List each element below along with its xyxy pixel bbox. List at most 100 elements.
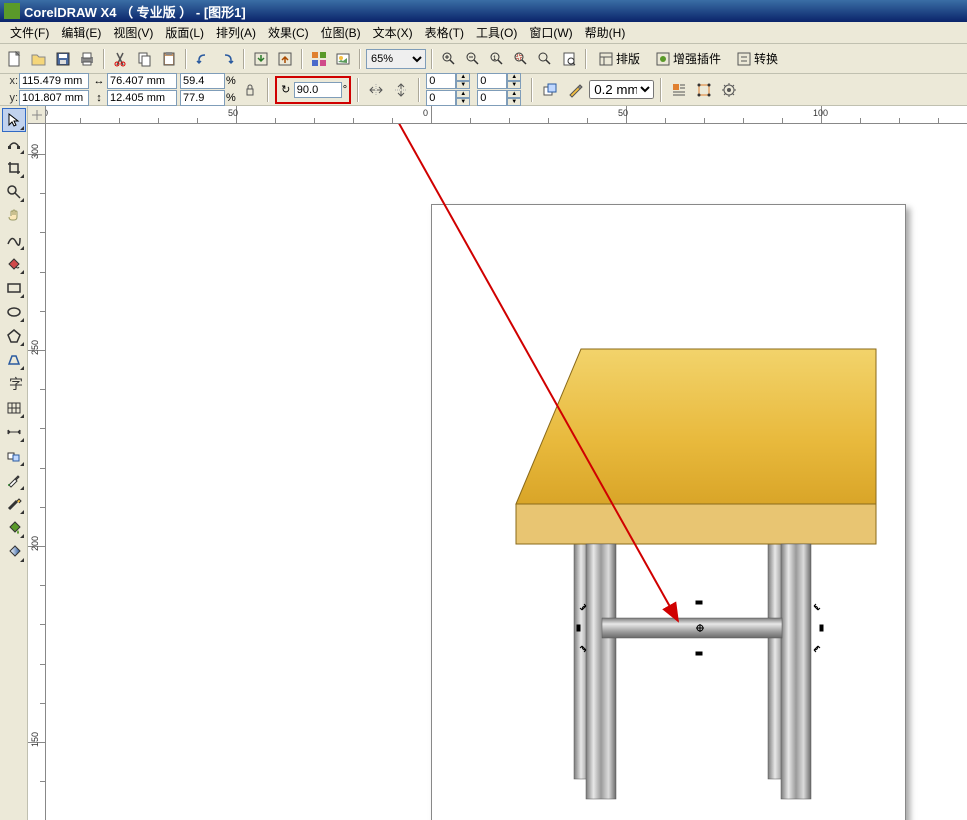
height-icon: ↕ bbox=[92, 91, 106, 105]
copy-button[interactable] bbox=[134, 48, 156, 70]
separator bbox=[357, 78, 359, 102]
menu-effects[interactable]: 效果(C) bbox=[262, 22, 315, 43]
menu-bitmap[interactable]: 位图(B) bbox=[315, 22, 367, 43]
mirror-h-button[interactable] bbox=[365, 79, 387, 101]
spin-up[interactable]: ▲ bbox=[507, 90, 521, 98]
menu-tools[interactable]: 工具(O) bbox=[470, 22, 523, 43]
spin-down[interactable]: ▼ bbox=[507, 81, 521, 89]
fill-tool[interactable] bbox=[2, 516, 26, 540]
to-front-button[interactable] bbox=[539, 79, 561, 101]
menu-edit[interactable]: 编辑(E) bbox=[55, 22, 107, 43]
x-input[interactable] bbox=[19, 73, 89, 89]
polygon-tool[interactable] bbox=[2, 324, 26, 348]
new-button[interactable] bbox=[4, 48, 26, 70]
import-button[interactable] bbox=[250, 48, 272, 70]
percent-label: % bbox=[226, 75, 236, 87]
height-input[interactable] bbox=[107, 90, 177, 106]
spin-up[interactable]: ▲ bbox=[456, 90, 470, 98]
vertical-ruler[interactable]: 300250200150100 bbox=[28, 124, 46, 820]
menu-view[interactable]: 视图(V) bbox=[107, 22, 159, 43]
text-tool[interactable]: 字 bbox=[2, 372, 26, 396]
zoom-selection-button[interactable] bbox=[510, 48, 532, 70]
welcome-button[interactable] bbox=[332, 48, 354, 70]
skew-b-input[interactable] bbox=[426, 90, 456, 106]
interactive-tool[interactable] bbox=[2, 444, 26, 468]
paste-button[interactable] bbox=[158, 48, 180, 70]
separator bbox=[267, 78, 269, 102]
menu-table[interactable]: 表格(T) bbox=[419, 22, 470, 43]
outline-tool[interactable] bbox=[2, 492, 26, 516]
save-button[interactable] bbox=[52, 48, 74, 70]
plugin-button[interactable]: 增强插件 bbox=[649, 47, 728, 70]
zoom-100-button[interactable]: 1 bbox=[486, 48, 508, 70]
ruler-origin[interactable] bbox=[28, 106, 46, 124]
pick-tool[interactable] bbox=[2, 108, 26, 132]
separator bbox=[359, 49, 361, 69]
app-launcher-button[interactable] bbox=[308, 48, 330, 70]
width-input[interactable] bbox=[107, 73, 177, 89]
menu-file[interactable]: 文件(F) bbox=[4, 22, 55, 43]
menu-window[interactable]: 窗口(W) bbox=[523, 22, 578, 43]
options-button[interactable] bbox=[718, 79, 740, 101]
dimension-tool[interactable] bbox=[2, 420, 26, 444]
y-input[interactable] bbox=[19, 90, 89, 106]
spin-up[interactable]: ▲ bbox=[456, 73, 470, 81]
spin-down[interactable]: ▼ bbox=[456, 98, 470, 106]
separator bbox=[585, 49, 587, 69]
spin-up[interactable]: ▲ bbox=[507, 73, 521, 81]
basic-shapes-tool[interactable] bbox=[2, 348, 26, 372]
redo-button[interactable] bbox=[216, 48, 238, 70]
undo-button[interactable] bbox=[192, 48, 214, 70]
mirror-v-button[interactable] bbox=[390, 79, 412, 101]
spin-down[interactable]: ▼ bbox=[507, 98, 521, 106]
workspace: 字 15010050050100150200250 30025020015010… bbox=[0, 106, 967, 820]
drawing-area: 15010050050100150200250 300250200150100 bbox=[28, 106, 967, 820]
convert-button[interactable]: 转换 bbox=[730, 47, 785, 70]
eyedropper-tool[interactable] bbox=[2, 468, 26, 492]
hand-tool[interactable] bbox=[2, 204, 26, 228]
lock-ratio-button[interactable] bbox=[239, 79, 261, 101]
crop-tool[interactable] bbox=[2, 156, 26, 180]
open-button[interactable] bbox=[28, 48, 50, 70]
percent-label: % bbox=[226, 92, 236, 104]
skew-a-input[interactable] bbox=[426, 73, 456, 89]
toolbox: 字 bbox=[0, 106, 28, 820]
convert-curves-button[interactable] bbox=[693, 79, 715, 101]
width-icon: ↔ bbox=[92, 74, 106, 88]
rectangle-tool[interactable] bbox=[2, 276, 26, 300]
smart-fill-tool[interactable] bbox=[2, 252, 26, 276]
separator bbox=[660, 78, 662, 102]
menu-layout[interactable]: 版面(L) bbox=[159, 22, 210, 43]
outline-width-combo[interactable]: 0.2 mm bbox=[589, 80, 654, 99]
menu-help[interactable]: 帮助(H) bbox=[579, 22, 632, 43]
position-group: x: y: bbox=[4, 73, 89, 106]
outline-pen-button[interactable] bbox=[564, 79, 586, 101]
zoom-page-button[interactable] bbox=[558, 48, 580, 70]
cut-button[interactable] bbox=[110, 48, 132, 70]
horizontal-ruler[interactable]: 15010050050100150200250 bbox=[46, 106, 967, 124]
layout-button[interactable]: 排版 bbox=[592, 47, 647, 70]
wrap-text-button[interactable] bbox=[668, 79, 690, 101]
interactive-fill-tool[interactable] bbox=[2, 540, 26, 564]
scale-x-input[interactable] bbox=[180, 73, 225, 89]
window-title: CorelDRAW X4 （ 专业版 ） - [图形1] bbox=[24, 2, 246, 21]
menu-arrange[interactable]: 排列(A) bbox=[210, 22, 262, 43]
skew-d-input[interactable] bbox=[477, 90, 507, 106]
canvas[interactable] bbox=[46, 124, 967, 820]
export-button[interactable] bbox=[274, 48, 296, 70]
scale-y-input[interactable] bbox=[180, 90, 225, 106]
spin-down[interactable]: ▼ bbox=[456, 81, 470, 89]
shape-tool[interactable] bbox=[2, 132, 26, 156]
rotation-input[interactable] bbox=[294, 82, 342, 98]
ellipse-tool[interactable] bbox=[2, 300, 26, 324]
zoom-tool[interactable] bbox=[2, 180, 26, 204]
menu-text[interactable]: 文本(X) bbox=[367, 22, 419, 43]
print-button[interactable] bbox=[76, 48, 98, 70]
zoom-in-button[interactable] bbox=[438, 48, 460, 70]
zoom-fit-button[interactable] bbox=[534, 48, 556, 70]
table-tool[interactable] bbox=[2, 396, 26, 420]
skew-c-input[interactable] bbox=[477, 73, 507, 89]
zoom-combo[interactable]: 65% bbox=[366, 49, 426, 69]
zoom-out-button[interactable] bbox=[462, 48, 484, 70]
freehand-tool[interactable] bbox=[2, 228, 26, 252]
